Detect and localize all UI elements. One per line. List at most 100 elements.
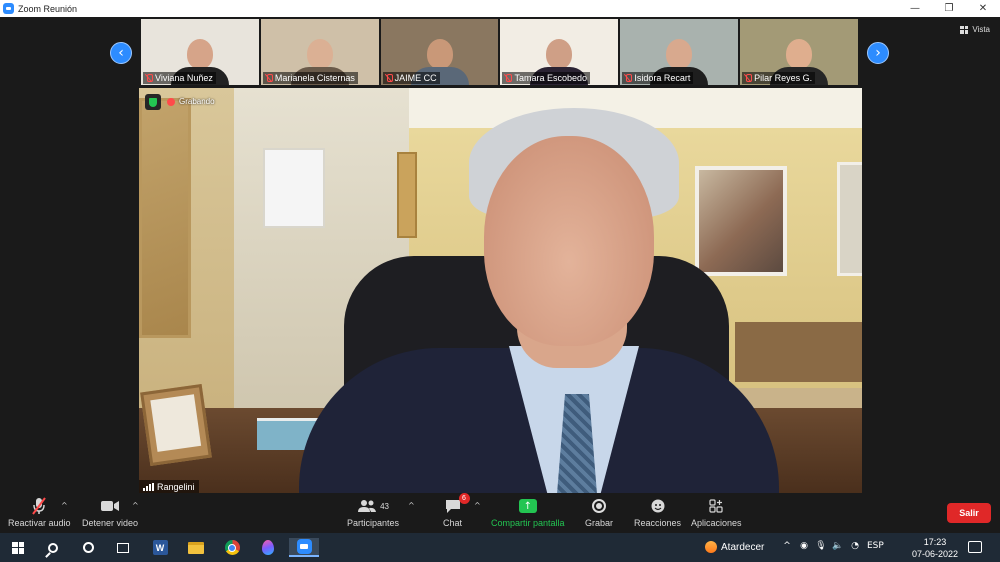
restore-button[interactable]: ❐ <box>932 0 966 17</box>
weather-label: Atardecer <box>721 541 765 553</box>
microphone-muted-icon <box>31 497 47 515</box>
security-shield-icon[interactable] <box>145 94 161 110</box>
video-options-caret[interactable]: ^ <box>132 501 139 510</box>
speaker-name: Rangelini <box>157 482 195 492</box>
volume-icon[interactable]: 🔈 <box>832 541 843 551</box>
smiley-icon <box>651 499 665 513</box>
participants-label: Participantes <box>347 518 400 528</box>
taskbar-file-explorer[interactable] <box>186 538 206 557</box>
windows-taskbar: W Atardecer ^ ◉ 🎙 🔈 ◔ ESP 17:23 07-06-20… <box>0 533 1000 562</box>
participant-name-tag: Tamara Escobedo <box>502 72 591 84</box>
participants-options-caret[interactable]: ^ <box>408 501 415 510</box>
participants-button[interactable]: 43 Participantes <box>347 497 399 528</box>
participant-name-tag: Viviana Nuñez <box>143 72 216 84</box>
participants-icon <box>358 500 377 512</box>
gallery-prev-button[interactable]: ‹ <box>110 42 132 64</box>
taskbar-clock[interactable]: 17:23 07-06-2022 <box>910 536 960 560</box>
participant-name-tag: Isidora Recart <box>622 72 694 84</box>
wifi-icon[interactable]: ◔ <box>850 541 860 551</box>
participant-name: JAIME CC <box>394 73 437 83</box>
chat-options-caret[interactable]: ^ <box>474 501 481 510</box>
recording-indicator[interactable]: Grabando <box>167 97 215 106</box>
participant-gallery-strip: Viviana Nuñez Marianela Cisternas JAIME CC… <box>141 19 858 85</box>
video-camera-icon <box>100 497 120 515</box>
photo-frame <box>140 384 212 466</box>
window-title: Zoom Reunión <box>18 3 78 14</box>
meeting-toolbar: Reactivar audio ^ Detener video ^ 43 Par… <box>0 493 1000 533</box>
weather-widget[interactable]: Atardecer <box>705 541 764 553</box>
tray-microphone-icon[interactable]: 🎙 <box>815 541 826 551</box>
input-language[interactable]: ESP <box>867 541 884 551</box>
recording-label: Grabando <box>179 97 215 106</box>
painting <box>695 166 787 276</box>
tray-expand-chevron-icon[interactable]: ^ <box>782 541 792 551</box>
participant-name: Isidora Recart <box>634 73 691 83</box>
participant-thumbnail[interactable]: Marianela Cisternas <box>260 19 379 85</box>
chevron-left-icon: ‹ <box>118 45 124 61</box>
meeting-area: Vista ‹ › Viviana Nuñez Marianela Cistern… <box>0 17 1000 494</box>
chat-label: Chat <box>443 518 463 528</box>
apps-label: Aplicaciones <box>691 518 742 528</box>
word-app-icon: W <box>152 540 168 555</box>
record-label: Grabar <box>585 518 614 528</box>
window-controls: — ❐ ✕ <box>898 0 1000 17</box>
microphone-muted-icon <box>505 74 513 82</box>
taskbar-app-drop[interactable] <box>258 538 278 557</box>
share-screen-icon: ↑ <box>518 499 537 513</box>
wall-frame <box>263 148 325 228</box>
start-button[interactable] <box>8 538 28 557</box>
close-button[interactable]: ✕ <box>966 0 1000 17</box>
taskbar-chrome[interactable] <box>222 538 242 557</box>
clock-time: 17:23 <box>923 537 947 547</box>
clock-date: 07-06-2022 <box>911 549 959 559</box>
share-screen-button[interactable]: ↑ Compartir pantalla <box>491 497 565 528</box>
record-button[interactable]: Grabar <box>585 497 613 528</box>
task-view-button[interactable] <box>113 538 133 557</box>
participant-name: Pilar Reyes G. <box>754 73 813 83</box>
microphone-muted-icon <box>745 74 753 82</box>
microphone-muted-icon <box>146 74 153 82</box>
gallery-next-button[interactable]: › <box>867 42 889 64</box>
minimize-button[interactable]: — <box>898 0 932 17</box>
participant-thumbnail[interactable]: Viviana Nuñez <box>141 19 259 85</box>
notifications-icon[interactable] <box>968 541 982 553</box>
participant-thumbnail[interactable]: JAIME CC <box>380 19 499 85</box>
apps-icon <box>709 499 723 513</box>
system-tray: ^ ◉ 🎙 🔈 ◔ ESP <box>782 541 884 551</box>
chat-button[interactable]: 6 Chat <box>443 493 470 528</box>
participant-thumbnail[interactable]: Pilar Reyes G. <box>740 19 858 85</box>
task-view-icon <box>117 542 129 553</box>
participant-name: Marianela Cisternas <box>274 73 355 83</box>
unmute-audio-label: Reactivar audio <box>8 518 71 528</box>
signal-strength-icon <box>143 483 154 491</box>
painting <box>837 162 862 276</box>
tray-app-icon[interactable]: ◉ <box>799 541 809 551</box>
cortana-button[interactable] <box>78 538 98 557</box>
view-button[interactable]: Vista <box>960 25 990 34</box>
participant-thumbnail[interactable]: Isidora Recart <box>620 19 739 85</box>
wall-frame <box>397 152 417 238</box>
drop-app-icon <box>262 540 274 555</box>
taskbar-zoom[interactable] <box>289 538 319 557</box>
reactions-button[interactable]: Reacciones <box>634 497 681 528</box>
search-icon <box>48 542 58 553</box>
speaker-name-tag: Rangelini <box>139 480 199 494</box>
stop-video-button[interactable]: Detener video <box>82 497 138 528</box>
taskbar-word[interactable]: W <box>150 538 170 557</box>
chat-unread-badge: 6 <box>458 493 470 504</box>
participant-name-tag: Marianela Cisternas <box>262 72 358 84</box>
participant-name-tag: JAIME CC <box>382 72 440 84</box>
active-speaker-video[interactable]: Grabando Rangelini <box>139 88 862 494</box>
participants-count: 43 <box>380 501 389 511</box>
taskbar-search-button[interactable] <box>43 538 63 557</box>
apps-button[interactable]: Aplicaciones <box>691 497 742 528</box>
microphone-muted-icon <box>386 74 393 82</box>
chrome-icon <box>224 540 240 555</box>
leave-meeting-button[interactable]: Salir <box>947 503 991 523</box>
participant-thumbnail[interactable]: Tamara Escobedo <box>500 19 619 85</box>
recording-dot-icon <box>167 97 175 106</box>
microphone-muted-icon <box>266 74 273 82</box>
microphone-muted-icon <box>625 74 633 82</box>
windows-logo-icon <box>12 541 24 554</box>
audio-options-caret[interactable]: ^ <box>61 501 68 510</box>
